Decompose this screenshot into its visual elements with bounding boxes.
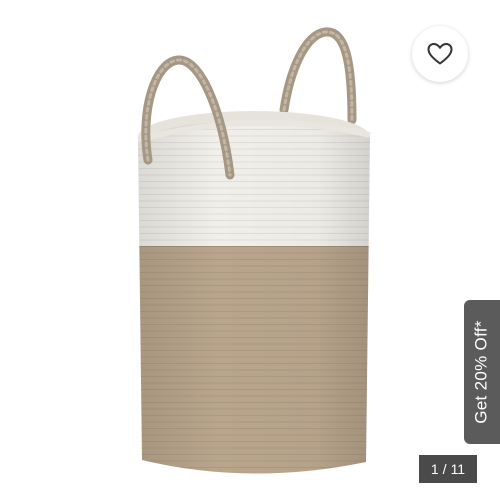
heart-outline-icon	[427, 43, 453, 65]
basket-handle-back	[279, 27, 357, 125]
image-counter: 1 / 11	[419, 455, 477, 483]
image-counter-total: 11	[450, 461, 466, 477]
product-image-viewer[interactable]: Get 20% Off* 1 / 11	[0, 0, 500, 500]
favorite-button[interactable]	[412, 26, 468, 82]
image-counter-separator: /	[442, 461, 447, 477]
promo-label: Get 20% Off*	[472, 320, 492, 424]
promo-tab[interactable]: Get 20% Off*	[464, 300, 500, 444]
image-counter-current: 1	[430, 461, 439, 477]
